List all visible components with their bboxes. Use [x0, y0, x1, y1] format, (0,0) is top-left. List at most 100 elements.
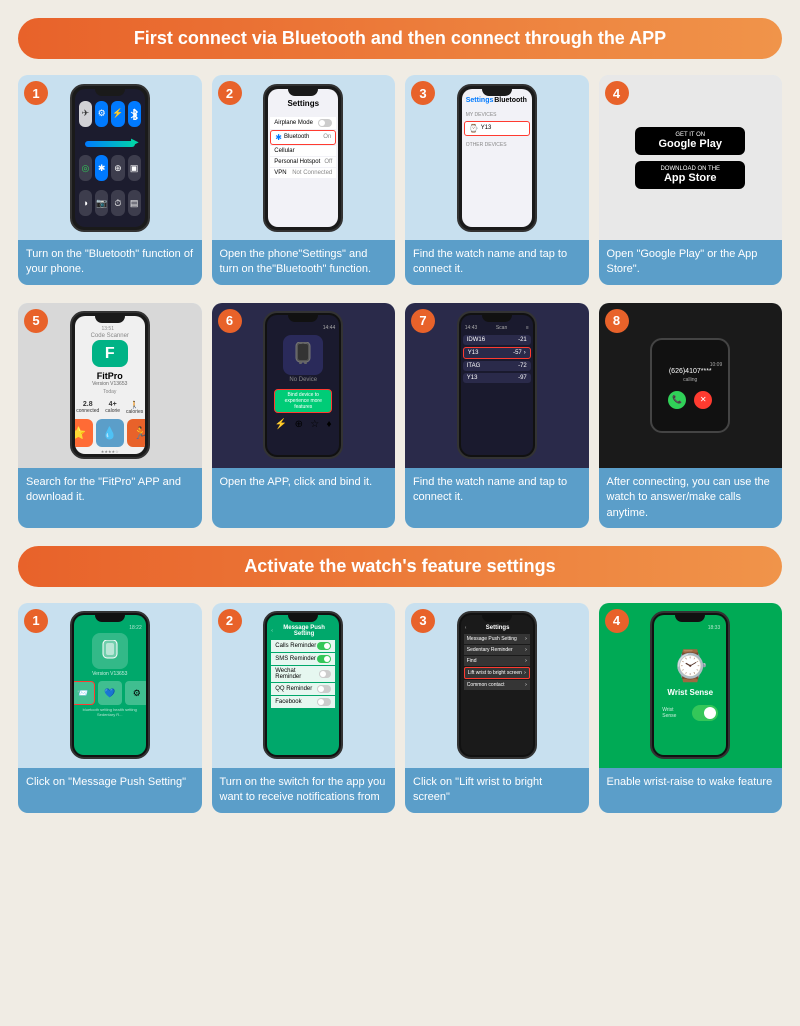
scan-label: Scan	[496, 325, 507, 331]
fitpro-stats: 2.8 connected 4+ calorie 🚶 calories	[76, 401, 143, 415]
wrist-sense-label: Wrist Sense	[667, 688, 713, 697]
phone-notch-a4	[675, 615, 705, 622]
activate-step-4-screen: 18:33 ⌚ Wrist Sense Wrist Sense	[654, 615, 726, 755]
vpn-row: VPN Not Connected	[270, 168, 336, 178]
step-7-phone: 14:43 Scan ≡ IDW16 -21 Y13	[457, 311, 537, 459]
activate-step-1-phone: 18:22 Version V13653	[70, 611, 150, 759]
section1-title: First connect via Bluetooth and then con…	[134, 28, 666, 48]
section1-header: First connect via Bluetooth and then con…	[18, 18, 782, 59]
device-itag: ITAG -72	[463, 361, 531, 371]
icon3c: ⏱	[111, 190, 124, 216]
watch-icon-placeholder	[283, 335, 323, 375]
app-store-button[interactable]: Download on the App Store	[635, 161, 745, 189]
step-2-desc: Open the phone"Settings" and turn on the…	[212, 240, 396, 285]
msg-push-icon[interactable]: 📨	[74, 681, 95, 705]
section2-header: Activate the watch's feature settings	[18, 546, 782, 587]
today-label: Today	[103, 389, 116, 395]
step-8-card: 8 10:09 (626)4107**** calling 📞 ✕ After …	[599, 303, 783, 528]
phone-notch-a2	[288, 615, 318, 622]
device-idw16: IDW16 -21	[463, 335, 531, 345]
facebook-row: Facebook	[271, 696, 335, 708]
qq-toggle[interactable]	[317, 685, 331, 693]
calls-row: Calls Reminder	[271, 640, 335, 652]
activate-step-3-screen: ‹ Settings Message Push Setting › Sedent…	[461, 615, 533, 755]
sms-toggle[interactable]	[317, 655, 331, 663]
call-number: (626)4107****	[669, 368, 712, 375]
step-4-image: 4 GET IT ON Google Play Download on the …	[599, 75, 783, 240]
activate-step-3-desc: Click on "Lift wrist to bright screen"	[405, 768, 589, 813]
wrist-sense-sublabel: Wrist Sense	[662, 707, 687, 719]
call-buttons: 📞 ✕	[668, 391, 712, 409]
watch-icon-a1	[92, 633, 128, 669]
icon-c: 🏃	[127, 419, 145, 447]
settings-title: Settings	[268, 99, 338, 108]
step-1-number: 1	[24, 81, 48, 105]
step-2-number: 2	[218, 81, 242, 105]
bluetooth-row: ✱ Bluetooth On	[270, 130, 336, 145]
device-y13-2: Y13 -97	[463, 373, 531, 383]
fitpro-name: FitPro	[97, 371, 123, 381]
step-5-number: 5	[24, 309, 48, 333]
phone-notch	[95, 89, 125, 96]
wechat-row: Wechat Reminder	[271, 666, 335, 682]
activate-step-2-screen: ‹ Message Push Setting Calls Reminder SM…	[267, 615, 339, 755]
step-2-phone: Settings Airplane Mode ✱ Bluetooth On	[263, 84, 343, 232]
activate-step1-version: Version V13653	[92, 671, 127, 677]
call-label: calling	[683, 377, 697, 383]
watch-mock: 10:09 (626)4107**** calling 📞 ✕	[650, 338, 730, 433]
msg-push-row: Message Push Setting ›	[464, 634, 530, 644]
find-row: Find ›	[464, 656, 530, 666]
wrist-toggle[interactable]	[692, 705, 719, 721]
step-2-image: 2 Settings Airplane Mode ✱	[212, 75, 396, 240]
step-7-desc: Find the watch name and tap to connect i…	[405, 468, 589, 528]
control-center: ✈ ⚙ ⚡	[75, 89, 145, 227]
step-4-card: 4 GET IT ON Google Play Download on the …	[599, 75, 783, 285]
step-4-number: 4	[605, 81, 629, 105]
section2: Activate the watch's feature settings 1 …	[18, 546, 782, 813]
activate-step-1-desc: Click on "Message Push Setting"	[18, 768, 202, 813]
google-play-name: Google Play	[645, 138, 735, 150]
qq-row: QQ Reminder	[271, 683, 335, 695]
step-7-card: 7 14:43 Scan ≡ IDW16 -21	[405, 303, 589, 528]
google-play-button[interactable]: GET IT ON Google Play	[635, 127, 745, 155]
wrist-screen: 18:33 ⌚ Wrist Sense Wrist Sense	[654, 615, 726, 755]
activate-step-1-screen: 18:22 Version V13653	[74, 615, 146, 755]
call-decline-button[interactable]: ✕	[694, 391, 712, 409]
step-3-number: 3	[411, 81, 435, 105]
activate-step-1-card: 1 18:22	[18, 603, 202, 813]
facebook-toggle[interactable]	[317, 698, 331, 706]
step-7-image: 7 14:43 Scan ≡ IDW16 -21	[405, 303, 589, 468]
icon3a: ◑	[79, 190, 92, 216]
step-4-desc: Open "Google Play" or the App Store".	[599, 240, 783, 285]
activate-step-4-desc: Enable wrist-raise to wake feature	[599, 768, 783, 813]
device-y13[interactable]: Y13 -57 ›	[463, 347, 531, 359]
call-accept-button[interactable]: 📞	[668, 391, 686, 409]
step-3-screen: Settings Bluetooth MY DEVICES ⌚ Y13 OTHE…	[462, 89, 532, 227]
step-1-screen: ✈ ⚙ ⚡	[75, 89, 145, 227]
lift-wrist-row[interactable]: Lift wrist to bright screen ›	[464, 667, 530, 679]
step-8-image: 8 10:09 (626)4107**** calling 📞 ✕	[599, 303, 783, 468]
step-3-phone: Settings Bluetooth MY DEVICES ⌚ Y13 OTHE…	[457, 84, 537, 232]
calls-toggle[interactable]	[317, 642, 331, 650]
wechat-toggle[interactable]	[319, 670, 332, 678]
steps-row-1: 1 ✈ ⚙ ⚡	[18, 75, 782, 285]
wrist-sense-icon: ⌚	[672, 649, 709, 684]
step-2-screen: Settings Airplane Mode ✱ Bluetooth On	[268, 89, 338, 227]
activate-step-2-phone: ‹ Message Push Setting Calls Reminder SM…	[263, 611, 343, 759]
activate-step-2-image: 2 ‹ Message Push Setting Calls Reminder	[212, 603, 396, 768]
no-device-text: No Device	[289, 377, 317, 383]
fitpro-screen: 13:51 Code Scanner F FitPro Version V136…	[75, 316, 145, 454]
hotspot-row: Personal Hotspot Off	[270, 157, 336, 167]
fitpro-version: Version V13653	[92, 381, 127, 387]
bind-device-btn[interactable]: Bind device to experience more features	[274, 389, 332, 413]
phone-notch-6	[288, 315, 318, 322]
step-6-number: 6	[218, 309, 242, 333]
code-scanner-label: Code Scanner	[87, 332, 133, 340]
activate-step-4-card: 4 18:33 ⌚ Wrist Sense Wrist Sense	[599, 603, 783, 813]
step-7-number: 7	[411, 309, 435, 333]
step-1-card: 1 ✈ ⚙ ⚡	[18, 75, 202, 285]
app-store-name: App Store	[645, 172, 735, 184]
activate-step-3-phone: ‹ Settings Message Push Setting › Sedent…	[457, 611, 537, 759]
icon3d: ▤	[128, 190, 141, 216]
msg-push-title: Message Push Setting	[273, 625, 335, 637]
